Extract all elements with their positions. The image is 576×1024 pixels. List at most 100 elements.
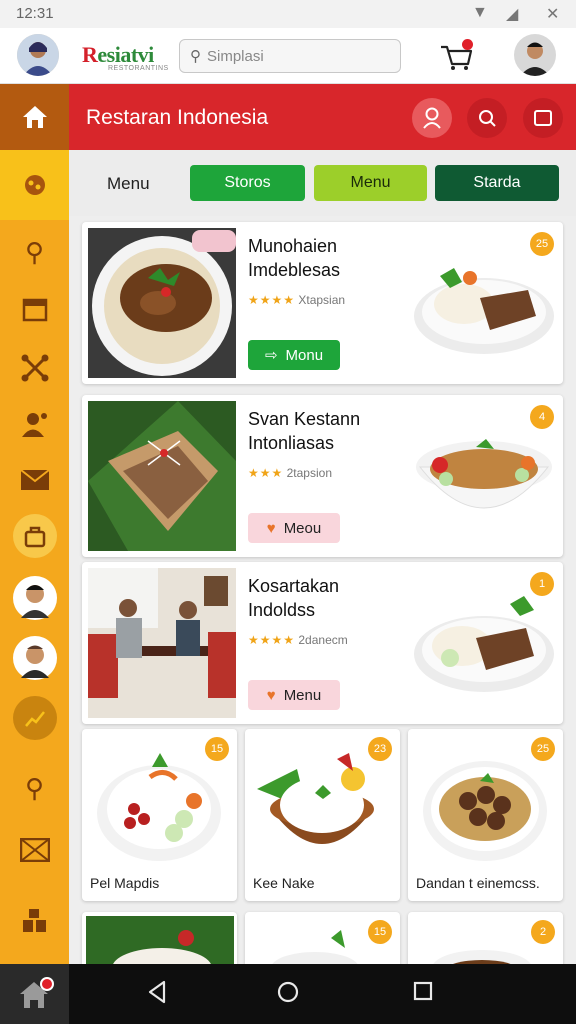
rail-home-bottom[interactable] [0,964,69,1024]
heart-icon: ♥ [266,519,276,537]
rail-food[interactable] [0,150,69,220]
contact-avatar [12,576,57,620]
dish-tile[interactable]: 25 Dandan t einemcss. [408,729,563,901]
chart-icon [24,711,45,727]
food-photo [88,401,236,551]
restaurant-subtitle: Indoldss [248,600,316,620]
cart-badge [462,39,473,50]
back-icon[interactable] [146,980,168,1011]
dish-tile-peek[interactable]: 15 [245,912,400,972]
rail-apps[interactable] [0,890,69,950]
rating-text: Xtapsian [298,293,346,307]
food-icon [24,175,45,195]
rail-profile[interactable] [0,394,69,454]
rating: ★★★★ 2danecm [248,633,348,647]
side-navigation: ⚲ ⚲ [0,84,69,964]
food-photo [88,228,236,378]
arrow-icon: ⇨ [264,347,278,364]
restaurant-card[interactable]: Svan Kestann Intonliasas ★★★ 2tapsion ♥ … [82,395,563,557]
star-rating-icon: ★★★★ [248,633,296,647]
rail-mail[interactable] [0,450,69,510]
apps-icon [22,909,46,932]
rail-inbox[interactable] [0,820,69,880]
rating: ★★★ 2tapsion [248,466,332,480]
menu-button-label: Monu [285,346,324,364]
bag-icon [24,526,45,548]
envelope-icon [19,838,50,862]
rating: ★★★★ Xtapsian [248,293,345,307]
dish-image [414,268,554,354]
count-badge: 2 [531,920,555,944]
dish-image [257,753,374,844]
system-nav-bar [0,964,576,1024]
menu-button[interactable]: ♥ Menu [248,680,340,710]
count-badge: 15 [368,920,392,944]
dish-image [416,439,552,509]
search-input[interactable]: ⚲ Simplasi [179,39,401,73]
category-tabs: Menu Storos Menu Starda [69,150,576,216]
menu-button[interactable]: ⇨ Monu [248,340,340,370]
menu-button-label: Menu [283,686,322,704]
rail-calendar[interactable] [0,279,69,339]
user-avatar[interactable] [514,34,556,76]
search-button[interactable] [467,98,507,138]
rating-text: 2danecm [298,633,348,647]
restaurant-name: Munohaien [248,236,338,256]
rail-contact-2[interactable] [0,628,69,688]
rail-share[interactable] [0,338,69,398]
network-icon [21,354,48,382]
rail-search-2[interactable]: ⚲ [0,758,69,818]
search-placeholder: Simplasi [207,47,264,65]
star-rating-icon: ★★★ [248,466,284,480]
profile-avatar[interactable] [17,34,59,76]
restaurant-name: Kosartakan [248,576,340,596]
tab-starda[interactable]: Starda [435,165,559,201]
dish-tile-peek[interactable]: 2 [408,912,563,972]
contact-avatar [12,636,57,680]
title-bar: Restaran Indonesia [69,84,576,150]
recents-icon[interactable] [412,980,434,1009]
home-icon [20,977,54,1008]
mail-icon [19,469,50,490]
user-button[interactable] [412,98,452,138]
dish-tile[interactable]: 23 Kee Nake [245,729,400,901]
rail-contact-1[interactable] [0,568,69,628]
window-button[interactable] [523,98,563,138]
search-icon [479,110,496,127]
signal-icon: ◢ [506,6,519,23]
heart-icon: ♥ [266,686,276,704]
user-icon [423,107,441,129]
rail-bag[interactable] [0,506,69,566]
restaurant-subtitle: Imdeblesas [248,260,341,280]
home-icon [22,106,47,128]
close-icon[interactable]: ✕ [546,4,559,24]
search-icon: ⚲ [190,48,201,65]
brand-subtitle: RESTORANTINS [108,65,169,72]
restaurant-card[interactable]: Munohaien Imdeblesas ★★★★ Xtapsian ⇨ Mon… [82,222,563,384]
app-header: Resiatvi RESTORANTINS ⚲ Simplasi [0,28,576,84]
home-nav-icon[interactable] [276,980,300,1011]
restaurant-name: Svan Kestann [248,409,361,429]
dish-tile[interactable]: 15 Pel Mapdis [82,729,237,901]
tab-menu-plain[interactable]: Menu [107,174,150,194]
tab-menu[interactable]: Menu [314,165,427,201]
dish-name: Dandan t einemcss. [416,875,540,891]
rail-home[interactable] [0,84,69,150]
rail-search[interactable]: ⚲ [0,222,69,282]
menu-button-label: Meou [283,519,322,537]
dish-image [414,596,554,692]
rating-text: 2tapsion [286,466,332,480]
dish-name: Kee Nake [253,875,315,891]
status-time: 12:31 [16,5,54,22]
person-icon [21,413,47,437]
restaurant-card[interactable]: Kosartakan Indoldss ★★★★ 2danecm ♥ Menu … [82,562,563,724]
tab-storos[interactable]: Storos [190,165,305,201]
page-title: Restaran Indonesia [86,106,269,129]
dish-tile-peek[interactable] [82,912,237,972]
dish-name: Pel Mapdis [90,875,160,891]
rail-stats[interactable] [0,688,69,748]
search-icon: ⚲ [24,773,45,803]
menu-button[interactable]: ♥ Meou [248,513,340,543]
window-icon [534,110,552,126]
calendar-icon [22,298,47,322]
